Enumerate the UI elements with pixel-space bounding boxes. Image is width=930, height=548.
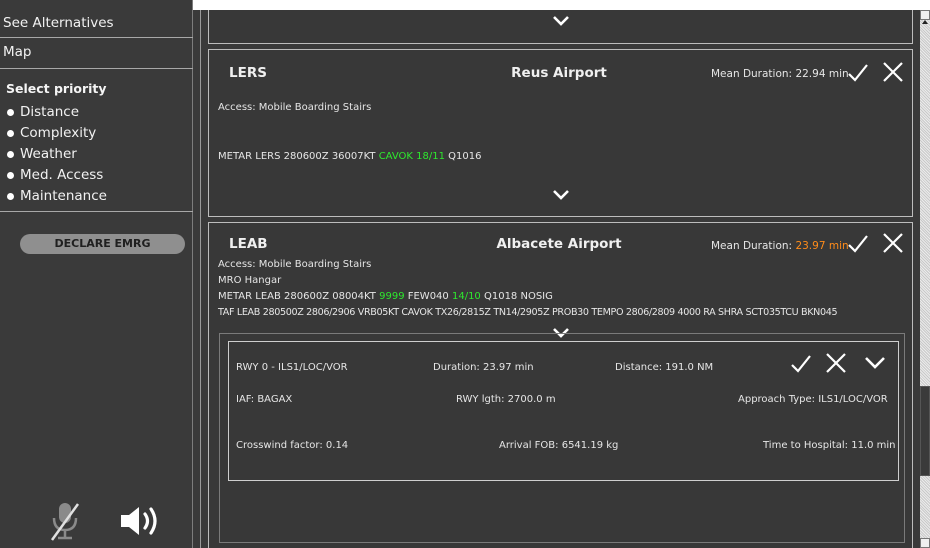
mean-duration-value: 23.97 min bbox=[795, 240, 849, 252]
alternatives-panel: LERS Reus Airport Mean Duration: 22.94 m… bbox=[193, 10, 920, 548]
metar-highlight: 9999 bbox=[379, 291, 405, 302]
priority-maintenance[interactable]: Maintenance bbox=[7, 188, 107, 204]
arrow-up-icon bbox=[922, 20, 928, 24]
accept-check-icon[interactable] bbox=[847, 63, 869, 83]
bullet-icon bbox=[7, 192, 14, 200]
metar-text: METAR LERS 280600Z 36007KT CAVOK 18/11 Q… bbox=[218, 151, 481, 162]
bullet-icon bbox=[7, 171, 14, 179]
reject-close-icon[interactable] bbox=[882, 232, 904, 254]
bullet-icon bbox=[7, 129, 14, 137]
access-info: Access: Mobile Boarding Stairs bbox=[218, 102, 372, 113]
metar-text: METAR LEAB 280600Z 08004KT 9999 FEW040 1… bbox=[218, 291, 553, 302]
metar-part: Q1016 bbox=[444, 151, 482, 162]
crosswind-factor: Crosswind factor: 0.14 bbox=[236, 440, 349, 451]
maintenance-info: MRO Hangar bbox=[218, 275, 282, 286]
scroll-up-button[interactable] bbox=[920, 10, 930, 24]
mean-duration-label: Mean Duration: bbox=[711, 68, 796, 80]
mean-duration-value: 22.94 min bbox=[795, 68, 849, 80]
access-info: Access: Mobile Boarding Stairs bbox=[218, 259, 372, 270]
metar-highlight: 14/10 bbox=[451, 291, 481, 302]
chevron-down-icon[interactable] bbox=[552, 15, 570, 27]
reject-close-icon[interactable] bbox=[882, 61, 904, 83]
priority-distance[interactable]: Distance bbox=[7, 104, 79, 120]
map-link[interactable]: Map bbox=[3, 44, 32, 60]
bullet-icon bbox=[7, 150, 14, 158]
taf-text: TAF LEAB 280500Z 2806/2906 VRB05KT CAVOK… bbox=[218, 307, 838, 318]
priority-label: Distance bbox=[20, 104, 80, 120]
priority-label: Complexity bbox=[20, 125, 97, 141]
metar-part: METAR LEAB 280600Z 08004KT bbox=[218, 291, 380, 302]
priority-med-access[interactable]: Med. Access bbox=[7, 167, 103, 183]
airport-card-leab: LEAB Albacete Airport Mean Duration: 23.… bbox=[208, 222, 913, 548]
reject-close-icon[interactable] bbox=[825, 352, 847, 374]
runway-duration: Duration: 23.97 min bbox=[433, 362, 534, 373]
divider bbox=[0, 68, 193, 69]
priority-title: Select priority bbox=[6, 81, 107, 96]
runway-iaf: IAF: BAGAX bbox=[236, 394, 293, 405]
runway-id: RWY 0 - ILS1/LOC/VOR bbox=[236, 362, 348, 373]
microphone-muted-icon[interactable] bbox=[48, 500, 82, 542]
runway-distance: Distance: 191.0 NM bbox=[615, 362, 714, 373]
speaker-icon[interactable] bbox=[117, 504, 163, 538]
priority-label: Weather bbox=[20, 146, 77, 162]
priority-label: Maintenance bbox=[20, 188, 107, 204]
priority-label: Med. Access bbox=[20, 167, 104, 183]
chevron-down-icon[interactable] bbox=[552, 189, 570, 201]
arrival-fob: Arrival FOB: 6541.19 kg bbox=[499, 440, 619, 451]
sidebar: See Alternatives Map Select priority Dis… bbox=[0, 0, 193, 548]
metar-part: METAR LERS 280600Z 36007KT bbox=[218, 151, 379, 162]
scroll-down-button[interactable] bbox=[920, 538, 930, 548]
airport-card-lers: LERS Reus Airport Mean Duration: 22.94 m… bbox=[208, 49, 913, 217]
mean-duration-label: Mean Duration: bbox=[711, 240, 796, 252]
priority-complexity[interactable]: Complexity bbox=[7, 125, 96, 141]
see-alternatives-link[interactable]: See Alternatives bbox=[3, 15, 114, 31]
runway-length: RWY lgth: 2700.0 m bbox=[456, 394, 556, 405]
mean-duration: Mean Duration: 22.94 min bbox=[711, 68, 849, 80]
metar-highlight: CAVOK 18/11 bbox=[378, 151, 445, 162]
divider bbox=[0, 37, 193, 38]
divider bbox=[0, 211, 193, 212]
runway-section: RWY 0 - ILS1/LOC/VOR Duration: 23.97 min… bbox=[219, 333, 905, 543]
declare-emergency-button[interactable]: DECLARE EMRG bbox=[20, 234, 185, 254]
vertical-scrollbar[interactable] bbox=[920, 10, 930, 548]
chevron-down-icon[interactable] bbox=[864, 356, 886, 370]
accept-check-icon[interactable] bbox=[847, 234, 869, 254]
bullet-icon bbox=[7, 108, 14, 116]
accept-check-icon[interactable] bbox=[790, 354, 812, 374]
priority-weather[interactable]: Weather bbox=[7, 146, 77, 162]
metar-part: FEW040 bbox=[404, 291, 452, 302]
approach-type: Approach Type: ILS1/LOC/VOR bbox=[738, 394, 888, 405]
time-to-hospital: Time to Hospital: 11.0 min bbox=[763, 440, 896, 451]
mean-duration: Mean Duration: 23.97 min bbox=[711, 240, 849, 252]
metar-part: Q1018 NOSIG bbox=[480, 291, 553, 302]
scrollbar-thumb[interactable] bbox=[920, 386, 930, 476]
airport-card-previous bbox=[208, 10, 913, 44]
runway-option: RWY 0 - ILS1/LOC/VOR Duration: 23.97 min… bbox=[228, 341, 899, 481]
